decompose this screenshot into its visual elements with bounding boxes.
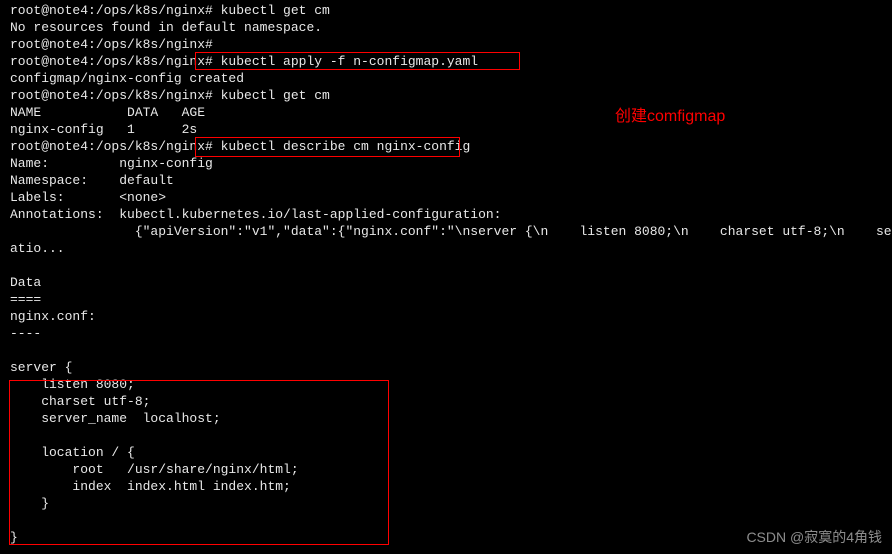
terminal-line: } xyxy=(10,495,892,512)
terminal-line: Name: nginx-config xyxy=(10,155,892,172)
terminal-line: server { xyxy=(10,359,892,376)
terminal-line: root@note4:/ops/k8s/nginx# kubectl descr… xyxy=(10,138,892,155)
terminal-line: root@note4:/ops/k8s/nginx# kubectl get c… xyxy=(10,87,892,104)
terminal-line: No resources found in default namespace. xyxy=(10,19,892,36)
terminal-line: Data xyxy=(10,274,892,291)
terminal-line xyxy=(10,257,892,274)
terminal-line: ==== xyxy=(10,291,892,308)
terminal-line: root@note4:/ops/k8s/nginx# kubectl get c… xyxy=(10,2,892,19)
terminal-line: ---- xyxy=(10,325,892,342)
terminal-line xyxy=(10,342,892,359)
terminal-line xyxy=(10,427,892,444)
terminal-line: configmap/nginx-config created xyxy=(10,70,892,87)
terminal-line: index index.html index.htm; xyxy=(10,478,892,495)
terminal-line xyxy=(10,512,892,529)
terminal-line: NAME DATA AGE xyxy=(10,104,892,121)
watermark-text: CSDN @寂寞的4角钱 xyxy=(746,529,882,546)
terminal-line: nginx.conf: xyxy=(10,308,892,325)
terminal-line: root@note4:/ops/k8s/nginx# xyxy=(10,36,892,53)
terminal-line: root /usr/share/nginx/html; xyxy=(10,461,892,478)
terminal-line: Annotations: kubectl.kubernetes.io/last-… xyxy=(10,206,892,223)
terminal-line: atio... xyxy=(10,240,892,257)
terminal-line: root@note4:/ops/k8s/nginx# kubectl apply… xyxy=(10,53,892,70)
terminal-line: charset utf-8; xyxy=(10,393,892,410)
terminal-line: location / { xyxy=(10,444,892,461)
terminal-line: {"apiVersion":"v1","data":{"nginx.conf":… xyxy=(10,223,892,240)
terminal-line: Namespace: default xyxy=(10,172,892,189)
terminal-line: listen 8080; xyxy=(10,376,892,393)
terminal-line: nginx-config 1 2s xyxy=(10,121,892,138)
terminal-line: server_name localhost; xyxy=(10,410,892,427)
terminal-line: Labels: <none> xyxy=(10,189,892,206)
annotation-text: 创建comfigmap xyxy=(615,108,725,125)
